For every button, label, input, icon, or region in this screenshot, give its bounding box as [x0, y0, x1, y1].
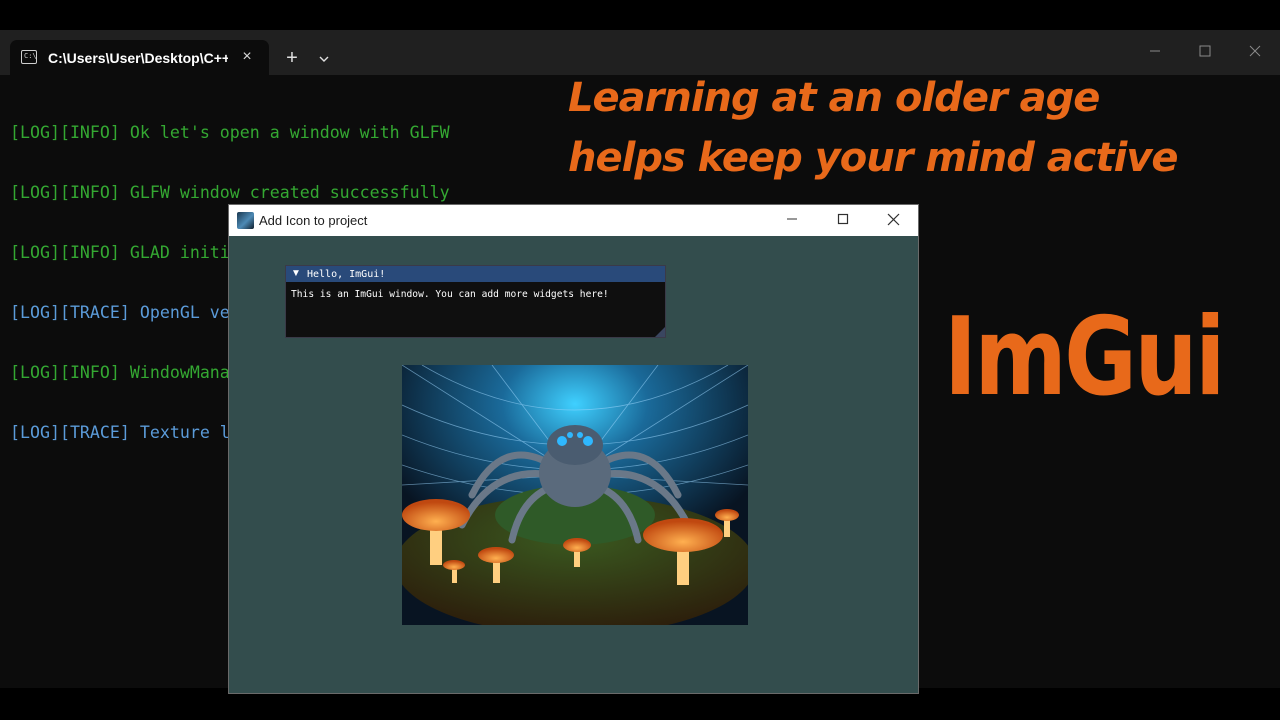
overlay-caption-line2: helps keep your mind active — [568, 135, 1179, 181]
app-window: Add Icon to project ▼ Hello, ImGui! This… — [228, 204, 919, 694]
log-line: [LOG][INFO] GLFW window created successf… — [10, 183, 450, 202]
overlay-caption-line1: Learning at an older age — [568, 75, 1100, 121]
app-icon — [237, 212, 254, 229]
app-minimize-button[interactable] — [774, 209, 810, 233]
app-title: Add Icon to project — [259, 213, 368, 228]
minimize-button[interactable] — [1140, 42, 1170, 64]
spider-texture-image — [402, 365, 748, 625]
resize-grip-icon[interactable] — [655, 327, 665, 337]
tab-title: C:\Users\User\Desktop\C++ E — [48, 50, 228, 66]
app-close-button[interactable] — [875, 209, 911, 233]
new-tab-button[interactable]: + — [280, 48, 304, 70]
terminal-tab-bar: C:\ C:\Users\User\Desktop\C++ E × + — [0, 30, 1280, 75]
imgui-window[interactable]: ▼ Hello, ImGui! This is an ImGui window.… — [285, 265, 666, 338]
overlay-brand-title: ImGui — [944, 295, 1225, 420]
maximize-button[interactable] — [1190, 42, 1220, 64]
terminal-tab[interactable]: C:\ C:\Users\User\Desktop\C++ E × — [10, 40, 269, 75]
app-title-bar[interactable]: Add Icon to project — [229, 205, 918, 236]
imgui-body-text: This is an ImGui window. You can add mor… — [291, 289, 609, 300]
tab-close-icon[interactable]: × — [237, 47, 257, 67]
app-maximize-button[interactable] — [825, 209, 861, 233]
collapse-arrow-icon[interactable]: ▼ — [291, 267, 301, 281]
imgui-header[interactable]: ▼ Hello, ImGui! — [286, 266, 665, 282]
close-button[interactable] — [1240, 42, 1270, 64]
imgui-title: Hello, ImGui! — [307, 269, 386, 280]
console-icon: C:\ — [21, 50, 37, 64]
chevron-down-icon[interactable] — [314, 48, 334, 70]
